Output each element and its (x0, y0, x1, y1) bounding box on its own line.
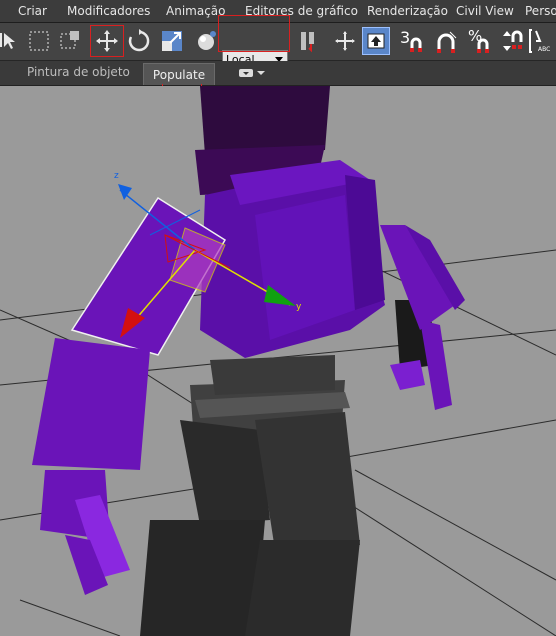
select-rotate-icon[interactable] (125, 27, 153, 55)
menu-criar[interactable]: Criar (18, 4, 47, 18)
edit-named-selection-icon[interactable]: ABC (528, 27, 556, 55)
menu-editores-de-grafico[interactable]: Editores de gráfico (245, 4, 358, 18)
menu-renderizacao[interactable]: Renderização (367, 4, 448, 18)
gizmo-z-label: z (114, 171, 119, 181)
perspective-viewport[interactable]: z y (0, 86, 556, 636)
menu-animacao[interactable]: Animação (166, 4, 225, 18)
rect-select-icon[interactable] (25, 27, 53, 55)
percent-snap-label: % (468, 27, 483, 45)
tab-pintura-de-objeto[interactable]: Pintura de objeto (27, 65, 130, 79)
ribbon-bar: Pintura de objeto Populate (0, 61, 556, 86)
window-crossing-icon[interactable] (56, 27, 84, 55)
spinner-snap-icon[interactable] (497, 27, 525, 55)
menu-bar: Criar Modificadores Animação Editores de… (0, 0, 556, 23)
mirror-icon[interactable] (294, 27, 322, 55)
ribbon-minimize-icon (239, 69, 253, 77)
select-manipulate-icon[interactable] (331, 27, 359, 55)
abc-label: ABC (538, 46, 551, 53)
main-toolbar: Local 3 % ABC (0, 23, 556, 68)
menu-modificadores[interactable]: Modificadores (67, 4, 150, 18)
chevron-down-icon (257, 71, 265, 75)
snaps-label: 3 (400, 28, 411, 47)
percent-snap-icon[interactable]: % (466, 27, 494, 55)
angle-snap-icon[interactable] (433, 27, 461, 55)
menu-personalizar[interactable]: Perso (525, 4, 556, 18)
menu-civil-view[interactable]: Civil View (456, 4, 514, 18)
keyboard-shortcut-icon[interactable] (362, 27, 390, 55)
gizmo-y-label: y (296, 302, 302, 312)
robot-left-forearm (32, 338, 150, 595)
select-pointer-icon[interactable] (0, 27, 24, 55)
robot-right-arm (380, 225, 465, 410)
robot-legs (140, 300, 435, 636)
select-scale-icon[interactable] (158, 27, 186, 55)
select-move-icon[interactable] (93, 27, 121, 55)
tab-populate[interactable]: Populate (143, 63, 215, 85)
robot-left-upper-arm (70, 196, 227, 356)
snap-toggle-icon[interactable]: 3 (398, 27, 428, 55)
use-pivot-icon[interactable] (192, 27, 220, 55)
scene-canvas: z y (0, 86, 556, 636)
ribbon-options-button[interactable] (238, 66, 268, 80)
